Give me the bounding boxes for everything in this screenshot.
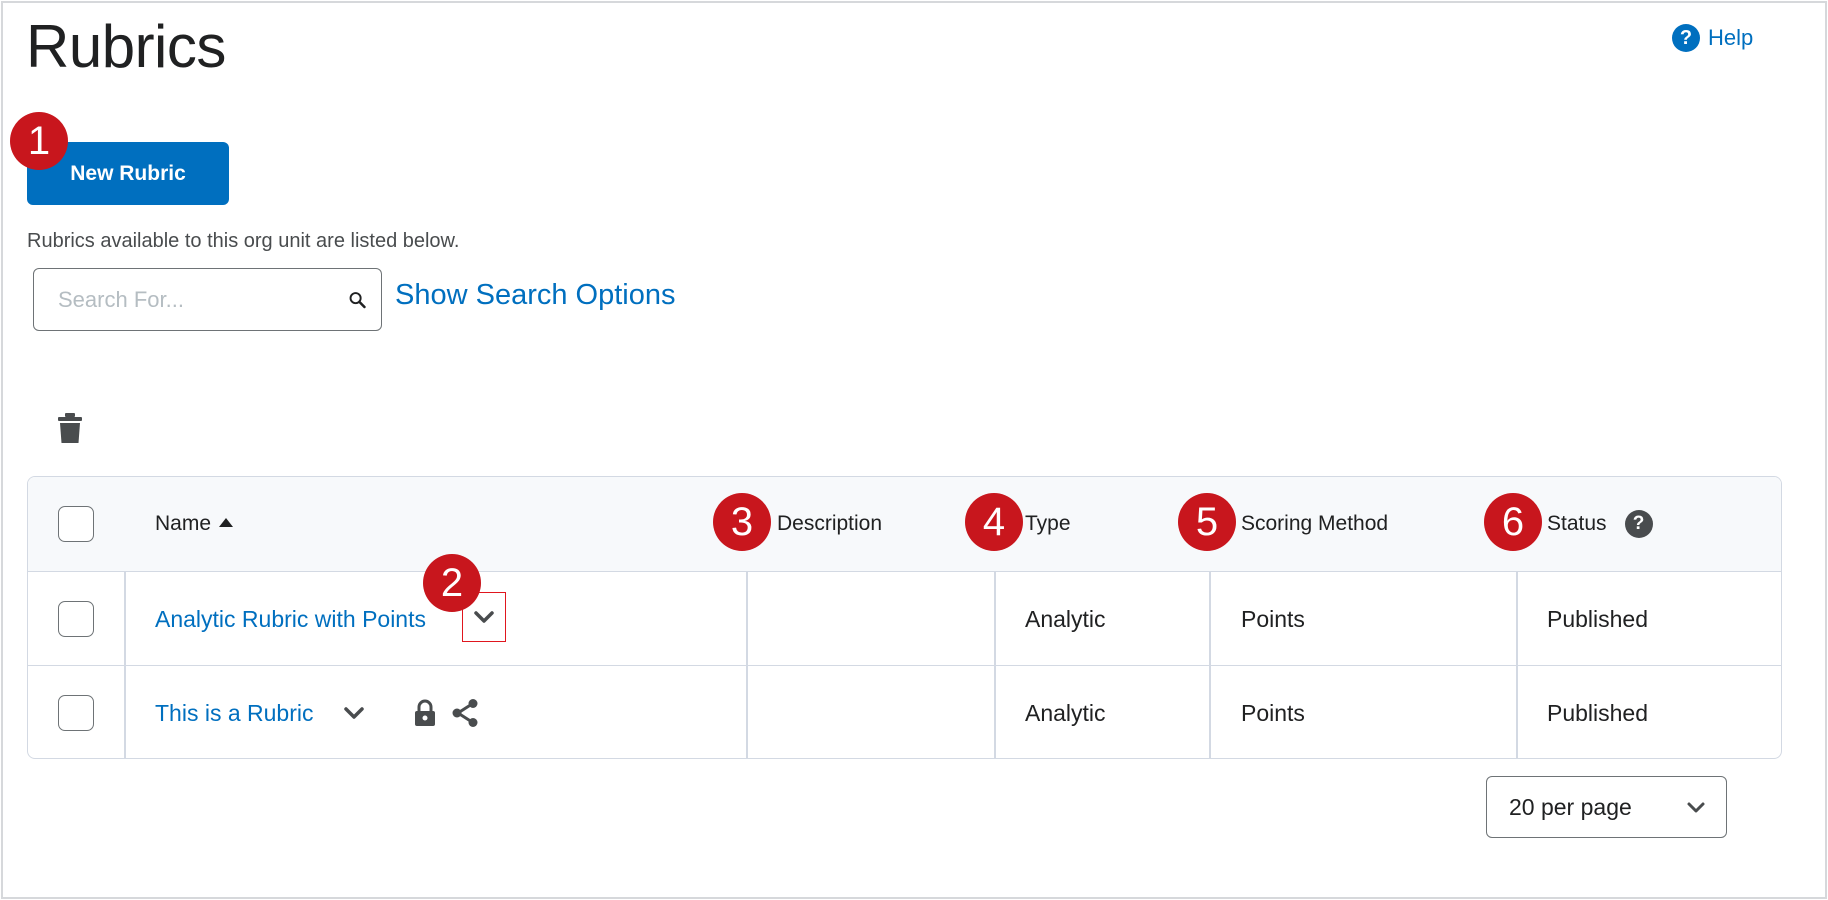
lock-indicator [413, 666, 437, 758]
rubric-actions-dropdown[interactable] [332, 688, 376, 738]
sort-asc-icon [219, 517, 234, 527]
search-input[interactable] [56, 285, 348, 314]
column-header-scoring-method: Scoring Method [1241, 512, 1389, 535]
column-header-description: Description [777, 512, 883, 535]
row-checkbox[interactable] [58, 601, 94, 637]
share-icon [452, 699, 478, 727]
status-help-icon[interactable]: ? [1624, 510, 1653, 538]
search-icon[interactable] [348, 285, 367, 315]
row-checkbox[interactable] [58, 695, 94, 731]
help-icon: ? [1672, 24, 1700, 52]
table-row: Analytic Rubric with Points Analytic Poi… [28, 571, 1781, 665]
chevron-down-icon [344, 707, 364, 719]
rubric-status: Published [1547, 699, 1649, 726]
rubric-name-link[interactable]: Analytic Rubric with Points [155, 606, 426, 633]
column-header-type: Type [1025, 512, 1071, 535]
page-title: Rubrics [26, 13, 226, 80]
table-row: This is a Rubric Analytic Points Publish… [28, 665, 1781, 758]
rubric-type: Analytic [1025, 605, 1106, 632]
column-header-name-label: Name [155, 512, 212, 535]
chevron-down-icon [1687, 802, 1705, 812]
show-search-options-link[interactable]: Show Search Options [395, 279, 675, 312]
rubric-name-link[interactable]: This is a Rubric [155, 700, 313, 727]
column-header-name[interactable]: Name [155, 477, 234, 571]
per-page-select[interactable]: 20 per page [1486, 776, 1727, 838]
callout-4: 4 [965, 493, 1023, 551]
callout-2: 2 [423, 554, 481, 612]
share-indicator[interactable] [450, 666, 480, 758]
rubric-scoring-method: Points [1241, 699, 1305, 726]
per-page-value: 20 per page [1509, 793, 1632, 820]
intro-text: Rubrics available to this org unit are l… [27, 230, 460, 252]
callout-5: 5 [1178, 493, 1236, 551]
callout-6: 6 [1484, 493, 1542, 551]
callout-1: 1 [10, 112, 68, 170]
trash-icon[interactable] [55, 412, 85, 444]
callout-3: 3 [713, 493, 771, 551]
select-all-checkbox[interactable] [58, 506, 94, 542]
help-label: Help [1708, 25, 1754, 50]
help-link[interactable]: ? Help [1672, 24, 1753, 52]
rubric-type: Analytic [1025, 699, 1106, 726]
column-header-status: Status [1547, 512, 1607, 535]
chevron-down-icon [474, 611, 494, 623]
search-box [33, 268, 382, 331]
lock-icon [415, 699, 435, 726]
page-frame [1, 1, 1827, 899]
rubric-scoring-method: Points [1241, 605, 1305, 632]
rubric-status: Published [1547, 605, 1649, 632]
